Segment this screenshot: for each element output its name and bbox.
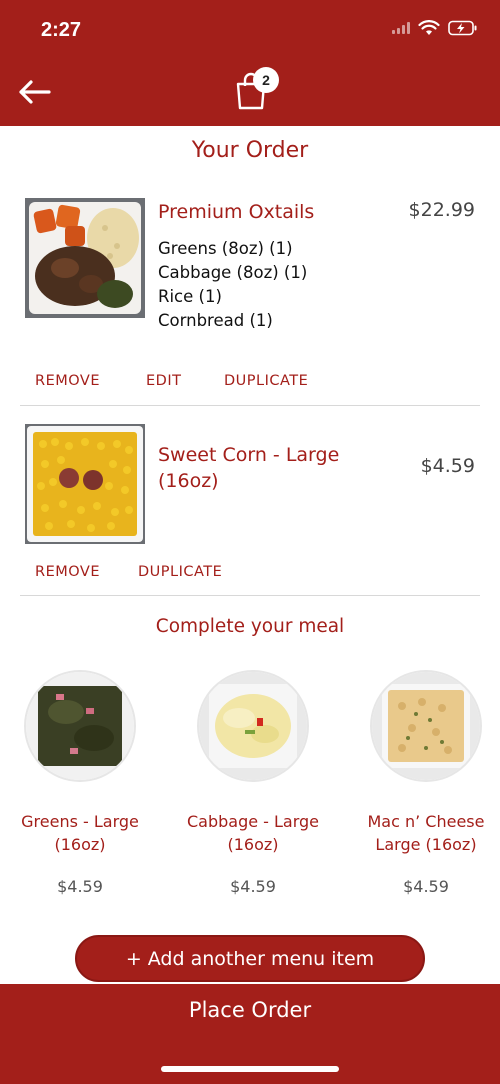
cabbage-photo	[199, 672, 307, 780]
cart-count-badge: 2	[253, 67, 279, 93]
divider	[20, 405, 480, 406]
oxtails-photo	[25, 198, 145, 318]
modifier-line: Cornbread (1)	[158, 311, 273, 330]
remove-button[interactable]: REMOVE	[35, 373, 100, 389]
section-title: Complete your meal	[155, 616, 345, 637]
add-menu-item-button[interactable]: + Add another menu item	[75, 935, 425, 982]
item-modifiers: Greens (8oz) (1) Cabbage (8oz) (1) Rice …	[158, 237, 307, 333]
suggestion-price: $4.59	[230, 877, 276, 896]
page-title: Your Order	[191, 138, 309, 163]
wifi-icon	[418, 20, 440, 35]
suggestion-card[interactable]: Greens - Large (16oz) $4.59	[5, 672, 155, 896]
suggestion-name: Mac n’ Cheese Large (16oz)	[367, 812, 485, 854]
home-indicator	[161, 1066, 339, 1072]
status-time: 2:27	[41, 19, 82, 41]
battery-charging-icon	[448, 20, 477, 36]
modifier-line: Rice (1)	[158, 287, 222, 306]
status-icons	[392, 20, 478, 36]
place-order-button[interactable]: Place Order	[0, 998, 500, 1022]
suggestion-name: Cabbage - Large (16oz)	[186, 812, 320, 854]
item-price: $4.59	[420, 455, 475, 477]
duplicate-button[interactable]: DUPLICATE	[138, 564, 222, 580]
item-price: $22.99	[408, 199, 475, 221]
modifier-line: Cabbage (8oz) (1)	[158, 263, 308, 282]
suggestion-name: Greens - Large (16oz)	[21, 812, 139, 854]
suggestion-card[interactable]: Cabbage - Large (16oz) $4.59	[178, 672, 328, 896]
remove-button[interactable]: REMOVE	[35, 564, 100, 580]
divider	[20, 595, 480, 596]
cellular-signal-icon	[392, 22, 410, 34]
edit-button[interactable]: EDIT	[146, 373, 181, 389]
duplicate-button[interactable]: DUPLICATE	[224, 373, 308, 389]
modifier-line: Greens (8oz) (1)	[158, 239, 293, 258]
arrow-left-icon	[19, 80, 51, 104]
item-name: Sweet Corn - Large (16oz)	[158, 444, 340, 492]
back-button[interactable]	[16, 76, 52, 108]
mac-and-cheese-photo	[372, 672, 480, 780]
suggestion-price: $4.59	[403, 877, 449, 896]
suggestion-price: $4.59	[57, 877, 103, 896]
greens-photo	[26, 672, 134, 780]
suggestion-card[interactable]: Mac n’ Cheese Large (16oz) $4.59	[351, 672, 500, 896]
sweet-corn-photo	[25, 424, 145, 544]
item-name: Premium Oxtails	[158, 201, 315, 223]
